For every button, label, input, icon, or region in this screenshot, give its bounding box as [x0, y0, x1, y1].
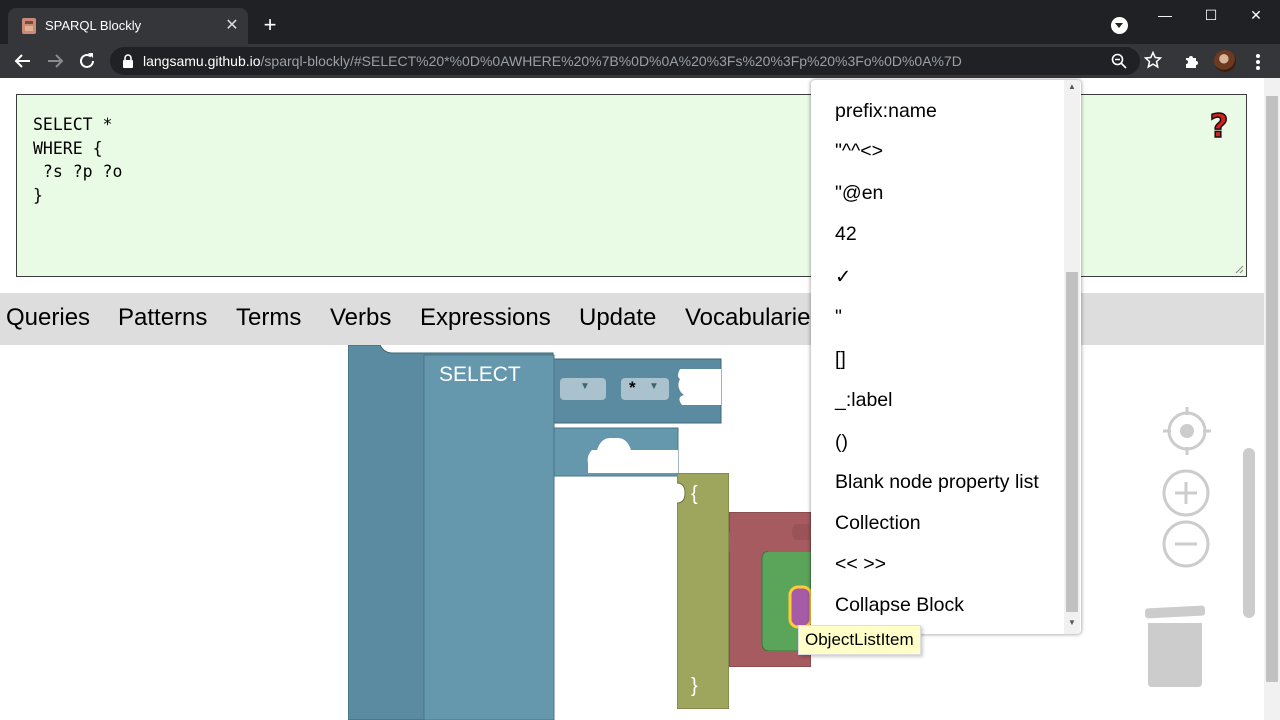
- close-brace-label: }: [691, 675, 698, 697]
- browser-tab[interactable]: SPARQL Blockly ✕: [8, 8, 248, 44]
- zoom-out-icon[interactable]: [1161, 519, 1211, 569]
- browser-menu-icon[interactable]: [1248, 51, 1268, 71]
- url-host: langsamu.github.io: [143, 53, 261, 69]
- back-arrow-icon[interactable]: [10, 49, 36, 73]
- maximize-button[interactable]: ☐: [1188, 0, 1234, 32]
- recenter-icon[interactable]: [1161, 405, 1213, 457]
- url-path: /sparql-blockly/#SELECT%20*%0D%0AWHERE%2…: [260, 53, 962, 69]
- extensions-icon[interactable]: [1183, 52, 1201, 70]
- help-question-icon[interactable]: ?: [1206, 109, 1232, 143]
- block-tooltip: ObjectListItem: [798, 625, 921, 655]
- title-bar: SPARQL Blockly ✕ + — ☐ ✕: [0, 0, 1280, 44]
- menu-item-lang-literal[interactable]: "@en: [835, 182, 883, 205]
- select-projection-value: *: [629, 378, 636, 397]
- page-scrollbar[interactable]: [1264, 78, 1280, 720]
- select-query-block[interactable]: [348, 345, 728, 720]
- url-text[interactable]: langsamu.github.io/sparql-blockly/#SELEC…: [143, 53, 962, 69]
- lock-icon[interactable]: [122, 54, 134, 68]
- select-modifier-dropdown[interactable]: ▼: [560, 378, 606, 400]
- browser-window: SPARQL Blockly ✕ + — ☐ ✕ langsamu.github…: [0, 0, 1280, 720]
- category-terms[interactable]: Terms: [236, 304, 301, 332]
- page-scrollbar-thumb[interactable]: [1266, 96, 1278, 682]
- open-brace-label: {: [691, 483, 698, 505]
- menu-item-quoted-triple[interactable]: << >>: [835, 553, 886, 576]
- zoom-icon[interactable]: [1111, 53, 1127, 69]
- select-projection-dropdown[interactable]: * ▼: [621, 378, 669, 400]
- profile-avatar[interactable]: [1214, 50, 1236, 72]
- reload-icon[interactable]: [74, 49, 100, 73]
- zoom-in-icon[interactable]: [1161, 468, 1211, 518]
- favicon-icon: [22, 18, 36, 34]
- menu-item-anon[interactable]: []: [835, 348, 846, 371]
- menu-scrollbar-thumb[interactable]: [1066, 272, 1078, 612]
- new-tab-button[interactable]: +: [259, 14, 281, 36]
- category-queries[interactable]: Queries: [6, 304, 90, 332]
- trash-icon[interactable]: [1143, 605, 1207, 689]
- close-window-button[interactable]: ✕: [1233, 0, 1279, 32]
- address-bar[interactable]: langsamu.github.io/sparql-blockly/#SELEC…: [110, 47, 1162, 75]
- menu-item-prefix-name[interactable]: prefix:name: [835, 100, 937, 123]
- category-verbs[interactable]: Verbs: [330, 304, 391, 332]
- tab-search-icon[interactable]: [1111, 17, 1128, 34]
- menu-scrollbar[interactable]: ▲ ▼: [1064, 80, 1080, 634]
- query-text[interactable]: SELECT * WHERE { ?s ?p ?o }: [33, 113, 122, 207]
- where-label: WHERE: [568, 482, 647, 505]
- scroll-up-arrow-icon[interactable]: ▲: [1068, 82, 1076, 91]
- category-update[interactable]: Update: [579, 304, 656, 332]
- category-patterns[interactable]: Patterns: [118, 304, 207, 332]
- category-expressions[interactable]: Expressions: [420, 304, 551, 332]
- context-dropdown-menu: prefix:name "^^<> "@en 42 ✓ " [] _:label…: [811, 80, 1081, 634]
- menu-item-typed-literal[interactable]: "^^<>: [835, 140, 883, 163]
- resize-handle-icon[interactable]: [1235, 265, 1244, 274]
- menu-item-string[interactable]: ": [835, 306, 842, 329]
- forward-arrow-icon[interactable]: [42, 49, 68, 73]
- bookmark-star-icon[interactable]: [1144, 51, 1162, 69]
- menu-item-blank-node-property-list[interactable]: Blank node property list: [835, 471, 1039, 494]
- menu-item-nil[interactable]: (): [835, 431, 848, 454]
- menu-item-collapse-block[interactable]: Collapse Block: [835, 594, 964, 617]
- category-vocabularies[interactable]: Vocabularie: [685, 304, 810, 332]
- minimize-button[interactable]: —: [1142, 0, 1188, 32]
- menu-item-number[interactable]: 42: [835, 223, 857, 246]
- tab-title: SPARQL Blockly: [45, 18, 142, 33]
- svg-text:?: ?: [1210, 109, 1229, 143]
- select-label: SELECT: [439, 363, 521, 386]
- menu-item-blank-label[interactable]: _:label: [835, 389, 892, 412]
- menu-item-boolean[interactable]: ✓: [835, 265, 851, 289]
- workspace-scrollbar[interactable]: [1243, 448, 1255, 618]
- menu-item-collection[interactable]: Collection: [835, 512, 921, 535]
- scroll-down-arrow-icon[interactable]: ▼: [1068, 618, 1076, 627]
- browser-toolbar: langsamu.github.io/sparql-blockly/#SELEC…: [0, 44, 1280, 78]
- tab-close-icon[interactable]: ✕: [222, 16, 242, 36]
- group-pattern-block[interactable]: [677, 473, 729, 709]
